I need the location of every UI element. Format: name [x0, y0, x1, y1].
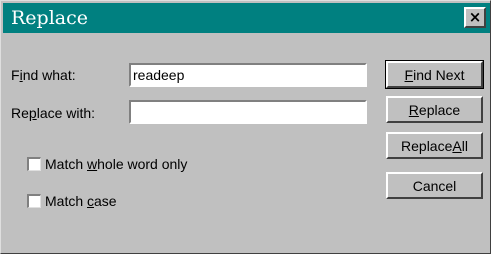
match-whole-word-label[interactable]: Match whole word only [45, 156, 187, 172]
match-whole-word-checkbox[interactable] [27, 157, 41, 171]
find-what-input[interactable] [129, 63, 367, 87]
find-next-button[interactable]: Find Next [385, 60, 484, 89]
replace-all-button[interactable]: Replace All [386, 132, 483, 159]
title-bar[interactable]: Replace × [3, 3, 490, 33]
window-title: Replace [11, 7, 89, 29]
close-icon: × [468, 8, 482, 26]
cancel-button[interactable]: Cancel [386, 172, 483, 199]
replace-with-input[interactable] [129, 100, 367, 124]
match-case-checkbox[interactable] [27, 194, 41, 208]
replace-with-label: Replace with: [11, 105, 96, 121]
find-what-label: Find what: [11, 67, 76, 83]
close-button[interactable]: × [464, 7, 486, 28]
replace-button[interactable]: Replace [386, 96, 483, 123]
replace-dialog: Replace × Find what: Replace with: Match… [0, 0, 491, 254]
match-case-label[interactable]: Match case [45, 193, 117, 209]
